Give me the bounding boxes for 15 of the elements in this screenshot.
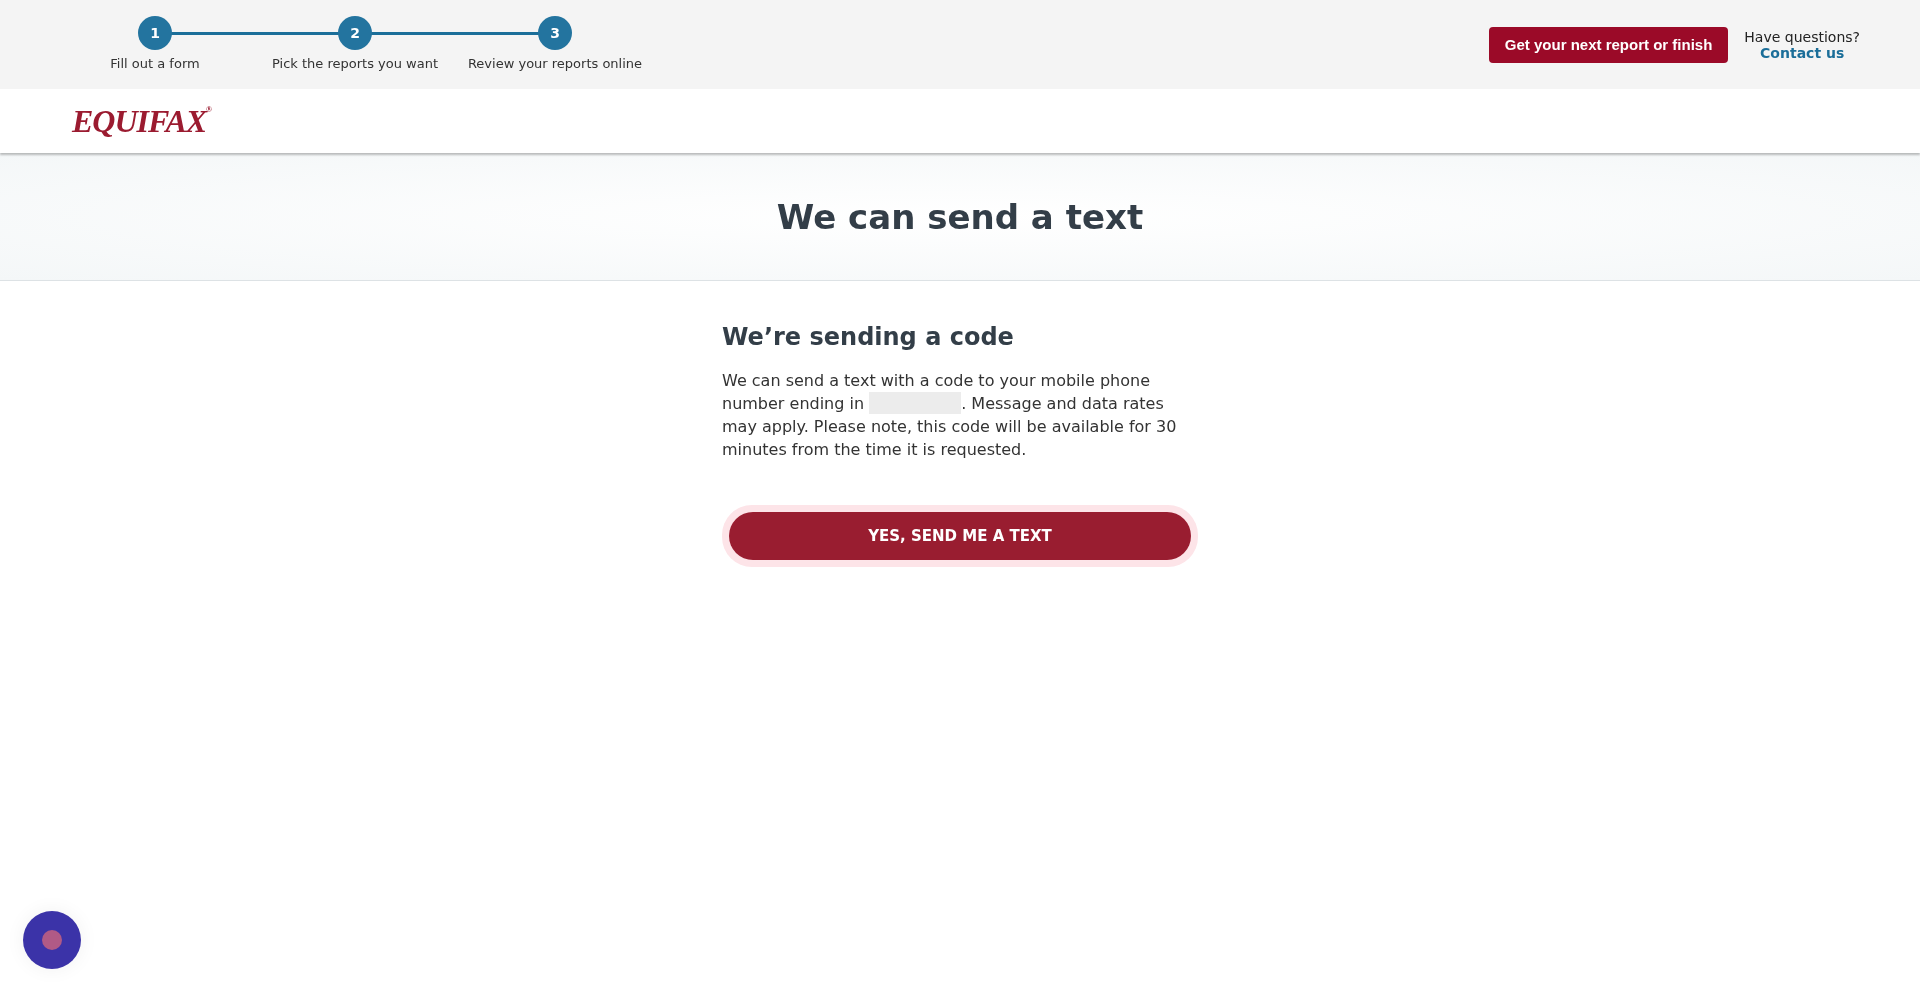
step-label: Pick the reports you want xyxy=(272,56,438,71)
step-number: 2 xyxy=(338,16,372,50)
help-question: Have questions? xyxy=(1744,28,1860,45)
page-title: We can send a text xyxy=(776,196,1144,237)
next-report-button[interactable]: Get your next report or finish xyxy=(1488,26,1729,63)
step-label: Fill out a form xyxy=(110,56,200,71)
logo[interactable]: EQUIFAX$^{®}$ xyxy=(72,102,212,140)
info-paragraph: We can send a text with a code to your mobile phone number ending in . Message and data rates may apply. Please note, this code will be available for 30 minutes from the time it is requested. xyxy=(722,370,1178,461)
step-label: Review your reports online xyxy=(467,56,643,71)
step-number: 1 xyxy=(138,16,172,50)
send-text-button[interactable]: YES, SEND ME A TEXT xyxy=(729,512,1191,560)
section-heading: We’re sending a code xyxy=(722,323,1015,351)
step-number: 3 xyxy=(538,16,572,50)
chat-launcher[interactable] xyxy=(23,911,81,969)
contact-link[interactable]: Contact us xyxy=(1760,44,1845,61)
